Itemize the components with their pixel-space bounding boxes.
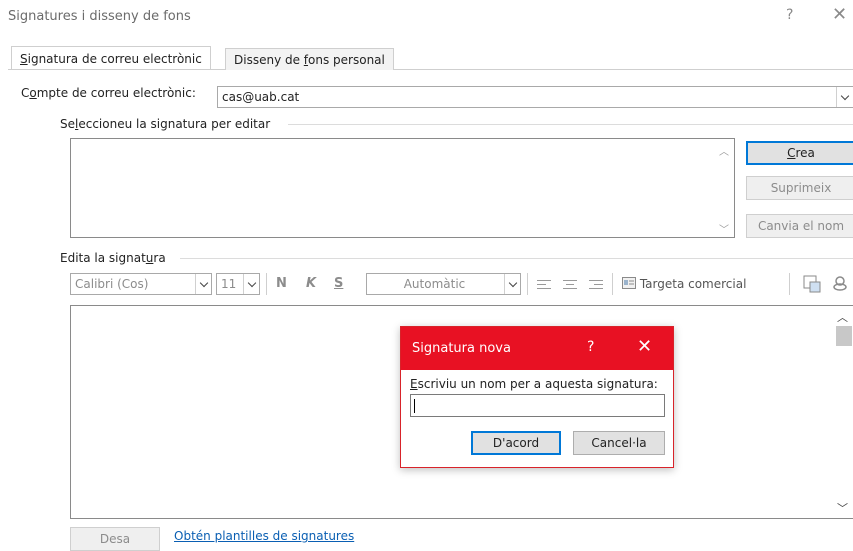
- new-signature-dialog: Signatura nova ? ✕ Escriviu un nom per a…: [400, 326, 674, 468]
- font-color-value: Automàtic: [403, 277, 466, 291]
- dialog-titlebar: Signatura nova ? ✕: [401, 327, 673, 370]
- edit-signature-label: Edita la signatura: [60, 251, 166, 265]
- bold-button[interactable]: N: [276, 276, 287, 291]
- signature-list[interactable]: ︿ ﹀: [70, 138, 735, 238]
- close-button[interactable]: ✕: [832, 4, 847, 25]
- cancel-button[interactable]: Cancel·la: [573, 431, 665, 455]
- insert-picture-icon[interactable]: [803, 275, 821, 293]
- rename-button[interactable]: Canvia el nom: [746, 214, 853, 238]
- align-left-icon[interactable]: [537, 279, 551, 291]
- get-templates-link[interactable]: Obtén plantilles de signatures: [174, 529, 354, 543]
- toolbar-separator: [612, 273, 613, 295]
- hyperlink-icon[interactable]: [831, 275, 849, 293]
- font-select[interactable]: Calibri (Cos): [70, 273, 212, 295]
- chevron-down-icon[interactable]: [504, 274, 520, 294]
- scroll-up-icon[interactable]: ︿: [719, 143, 729, 158]
- chevron-down-icon[interactable]: [243, 274, 259, 294]
- dialog-prompt: Escriviu un nom per a aquesta signatura:: [410, 377, 658, 391]
- dialog-title: Signatura nova: [412, 341, 511, 356]
- underline-button[interactable]: S: [334, 276, 343, 291]
- delete-button[interactable]: Suprimeix: [746, 176, 853, 200]
- chevron-down-icon[interactable]: [836, 87, 852, 107]
- toolbar-separator: [266, 273, 267, 295]
- scroll-up-icon[interactable]: ︿: [837, 309, 848, 325]
- dialog-help-button[interactable]: ?: [587, 339, 594, 355]
- ok-button[interactable]: D'acord: [471, 431, 561, 455]
- account-label: Compte de correu electrònic:: [21, 86, 196, 100]
- tab-strip-divider: [8, 69, 853, 70]
- group-divider: [180, 258, 853, 259]
- business-card-button[interactable]: Targeta comercial: [622, 277, 746, 291]
- business-card-icon: [622, 277, 636, 289]
- account-value: cas@uab.cat: [222, 90, 300, 104]
- chevron-down-icon[interactable]: [195, 274, 211, 294]
- window-title: Signatures i disseny de fons: [8, 9, 191, 24]
- select-signature-label: Seleccioneu la signatura per editar: [60, 117, 271, 131]
- font-color-select[interactable]: Automàtic: [366, 273, 521, 295]
- tab-email-signature[interactable]: Signatura de correu electrònic: [11, 46, 211, 69]
- toolbar-separator: [789, 273, 790, 295]
- group-divider: [288, 124, 853, 125]
- align-center-icon[interactable]: [563, 279, 577, 291]
- tab-personal-stationery[interactable]: Disseny de fons personal: [225, 48, 394, 70]
- dialog-close-button[interactable]: ✕: [637, 336, 652, 357]
- align-right-icon[interactable]: [589, 279, 603, 291]
- signature-name-input[interactable]: [410, 394, 665, 417]
- save-button[interactable]: Desa: [70, 527, 160, 551]
- font-value: Calibri (Cos): [75, 277, 149, 291]
- scroll-down-icon[interactable]: ﹀: [719, 221, 729, 236]
- account-select[interactable]: cas@uab.cat: [217, 86, 853, 108]
- font-size-select[interactable]: 11: [216, 273, 260, 295]
- scrollbar-thumb[interactable]: [836, 326, 852, 346]
- italic-button[interactable]: K: [306, 276, 316, 291]
- toolbar-separator: [527, 273, 528, 295]
- scroll-down-icon[interactable]: ﹀: [837, 500, 848, 516]
- text-caret: [414, 399, 415, 413]
- font-size-value: 11: [221, 277, 237, 291]
- new-signature-button[interactable]: Crea: [746, 141, 853, 165]
- help-button[interactable]: ?: [786, 7, 793, 23]
